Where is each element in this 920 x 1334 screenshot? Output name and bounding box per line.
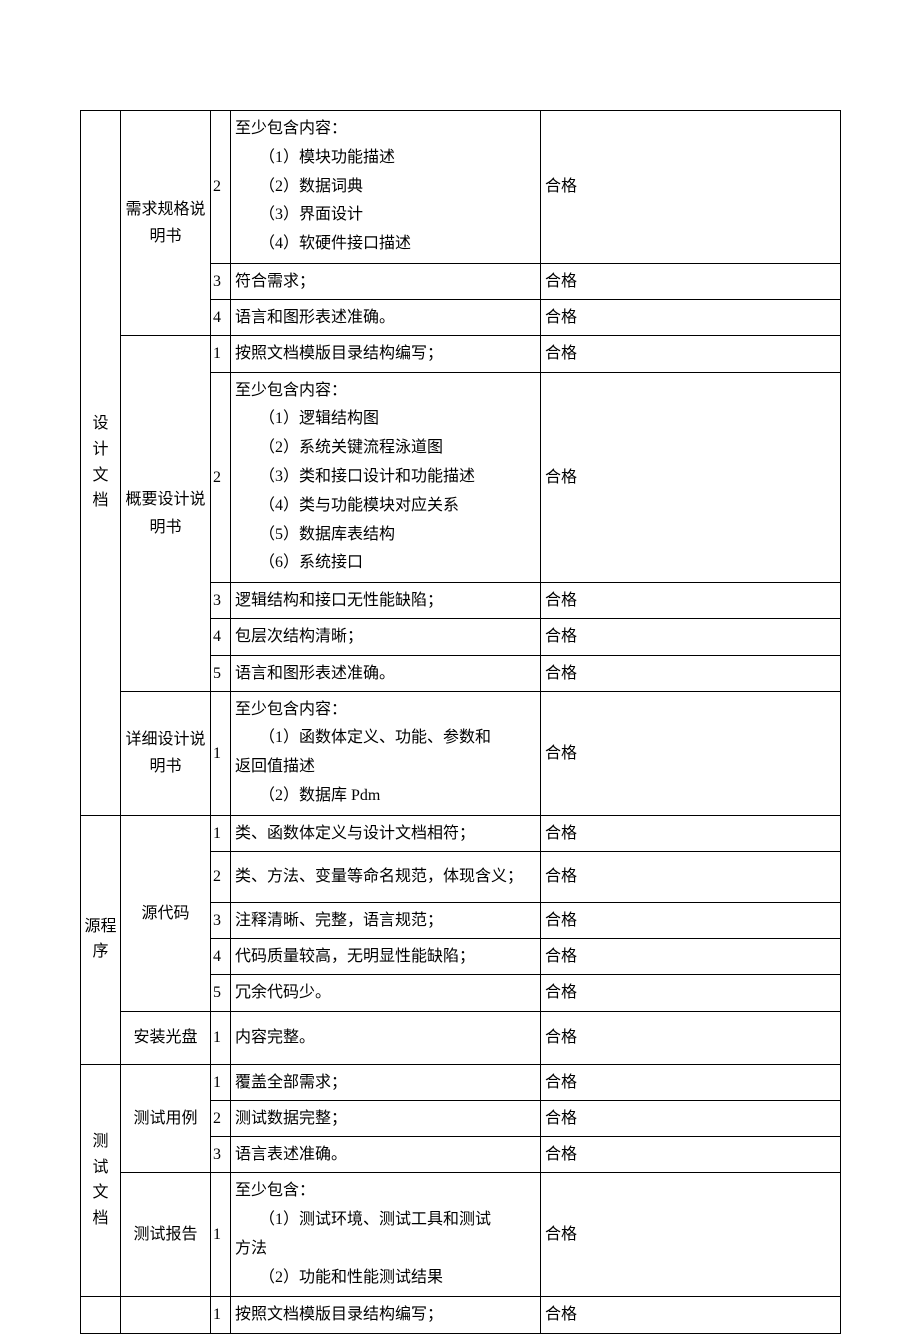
status-cell: 合格 — [541, 336, 841, 372]
desc-cell: 覆盖全部需求； — [231, 1064, 541, 1100]
num-cell: 1 — [211, 691, 231, 815]
evaluation-table: 设计文档 需求规格说明书 2 至少包含内容： （1）模块功能描述 （2）数据词典… — [80, 110, 841, 1334]
status-cell: 合格 — [541, 1011, 841, 1064]
status-cell: 合格 — [541, 691, 841, 815]
doc-cell: 测试用例 — [121, 1064, 211, 1173]
num-cell: 1 — [211, 815, 231, 851]
category-label: 测试文档 — [91, 1129, 110, 1231]
num-cell: 3 — [211, 903, 231, 939]
table-row: 1 按照文档模版目录结构编写； 合格 — [81, 1297, 841, 1333]
table-row: 设计文档 需求规格说明书 2 至少包含内容： （1）模块功能描述 （2）数据词典… — [81, 111, 841, 264]
num-cell: 1 — [211, 1064, 231, 1100]
desc-cell: 至少包含内容： （1）逻辑结构图 （2）系统关键流程泳道图 （3）类和接口设计和… — [231, 372, 541, 583]
status-cell: 合格 — [541, 655, 841, 691]
status-cell: 合格 — [541, 903, 841, 939]
num-cell: 2 — [211, 1100, 231, 1136]
desc-cell: 语言和图形表述准确。 — [231, 300, 541, 336]
desc-cell: 至少包含内容： （1）函数体定义、功能、参数和 返回值描述 （2）数据库 Pdm — [231, 691, 541, 815]
doc-cell: 概要设计说明书 — [121, 336, 211, 691]
num-cell: 1 — [211, 1297, 231, 1333]
status-cell: 合格 — [541, 1064, 841, 1100]
category-label: 源程序 — [84, 914, 116, 965]
num-cell: 3 — [211, 263, 231, 299]
doc-cell: 安装光盘 — [121, 1011, 211, 1064]
num-cell: 5 — [211, 975, 231, 1011]
status-cell: 合格 — [541, 1137, 841, 1173]
desc-cell: 内容完整。 — [231, 1011, 541, 1064]
desc-cell: 逻辑结构和接口无性能缺陷； — [231, 583, 541, 619]
desc-cell: 语言表述准确。 — [231, 1137, 541, 1173]
table-row: 详细设计说明书 1 至少包含内容： （1）函数体定义、功能、参数和 返回值描述 … — [81, 691, 841, 815]
status-cell: 合格 — [541, 619, 841, 655]
desc-cell: 按照文档模版目录结构编写； — [231, 1297, 541, 1333]
table-row: 源程序 源代码 1 类、函数体定义与设计文档相符； 合格 — [81, 815, 841, 851]
num-cell: 2 — [211, 372, 231, 583]
table-row: 测试文档 测试用例 1 覆盖全部需求； 合格 — [81, 1064, 841, 1100]
desc-cell: 至少包含： （1）测试环境、测试工具和测试 方法 （2）功能和性能测试结果 — [231, 1173, 541, 1297]
desc-cell: 代码质量较高，无明显性能缺陷； — [231, 939, 541, 975]
num-cell: 1 — [211, 336, 231, 372]
doc-cell: 详细设计说明书 — [121, 691, 211, 815]
num-cell: 4 — [211, 939, 231, 975]
num-cell: 1 — [211, 1011, 231, 1064]
status-cell: 合格 — [541, 975, 841, 1011]
num-cell: 5 — [211, 655, 231, 691]
num-cell: 2 — [211, 111, 231, 264]
status-cell: 合格 — [541, 939, 841, 975]
desc-cell: 至少包含内容： （1）模块功能描述 （2）数据词典 （3）界面设计 （4）软硬件… — [231, 111, 541, 264]
category-cell: 源程序 — [81, 815, 121, 1064]
category-cell: 测试文档 — [81, 1064, 121, 1297]
category-cell — [81, 1297, 121, 1333]
table-row: 概要设计说明书 1 按照文档模版目录结构编写； 合格 — [81, 336, 841, 372]
desc-cell: 类、方法、变量等命名规范，体现含义； — [231, 852, 541, 903]
desc-cell: 按照文档模版目录结构编写； — [231, 336, 541, 372]
status-cell: 合格 — [541, 852, 841, 903]
num-cell: 4 — [211, 619, 231, 655]
desc-cell: 测试数据完整； — [231, 1100, 541, 1136]
desc-cell: 包层次结构清晰； — [231, 619, 541, 655]
num-cell: 3 — [211, 1137, 231, 1173]
desc-cell: 类、函数体定义与设计文档相符； — [231, 815, 541, 851]
table-row: 测试报告 1 至少包含： （1）测试环境、测试工具和测试 方法 （2）功能和性能… — [81, 1173, 841, 1297]
status-cell: 合格 — [541, 1173, 841, 1297]
table-row: 安装光盘 1 内容完整。 合格 — [81, 1011, 841, 1064]
status-cell: 合格 — [541, 111, 841, 264]
category-cell: 设计文档 — [81, 111, 121, 816]
desc-cell: 符合需求； — [231, 263, 541, 299]
num-cell: 2 — [211, 852, 231, 903]
status-cell: 合格 — [541, 1297, 841, 1333]
desc-cell: 语言和图形表述准确。 — [231, 655, 541, 691]
status-cell: 合格 — [541, 1100, 841, 1136]
num-cell: 1 — [211, 1173, 231, 1297]
doc-cell — [121, 1297, 211, 1333]
doc-cell: 测试报告 — [121, 1173, 211, 1297]
desc-cell: 注释清晰、完整，语言规范； — [231, 903, 541, 939]
status-cell: 合格 — [541, 815, 841, 851]
status-cell: 合格 — [541, 583, 841, 619]
doc-cell: 源代码 — [121, 815, 211, 1011]
status-cell: 合格 — [541, 372, 841, 583]
status-cell: 合格 — [541, 300, 841, 336]
category-label: 设计文档 — [91, 411, 110, 513]
desc-cell: 冗余代码少。 — [231, 975, 541, 1011]
status-cell: 合格 — [541, 263, 841, 299]
num-cell: 4 — [211, 300, 231, 336]
num-cell: 3 — [211, 583, 231, 619]
doc-cell: 需求规格说明书 — [121, 111, 211, 336]
